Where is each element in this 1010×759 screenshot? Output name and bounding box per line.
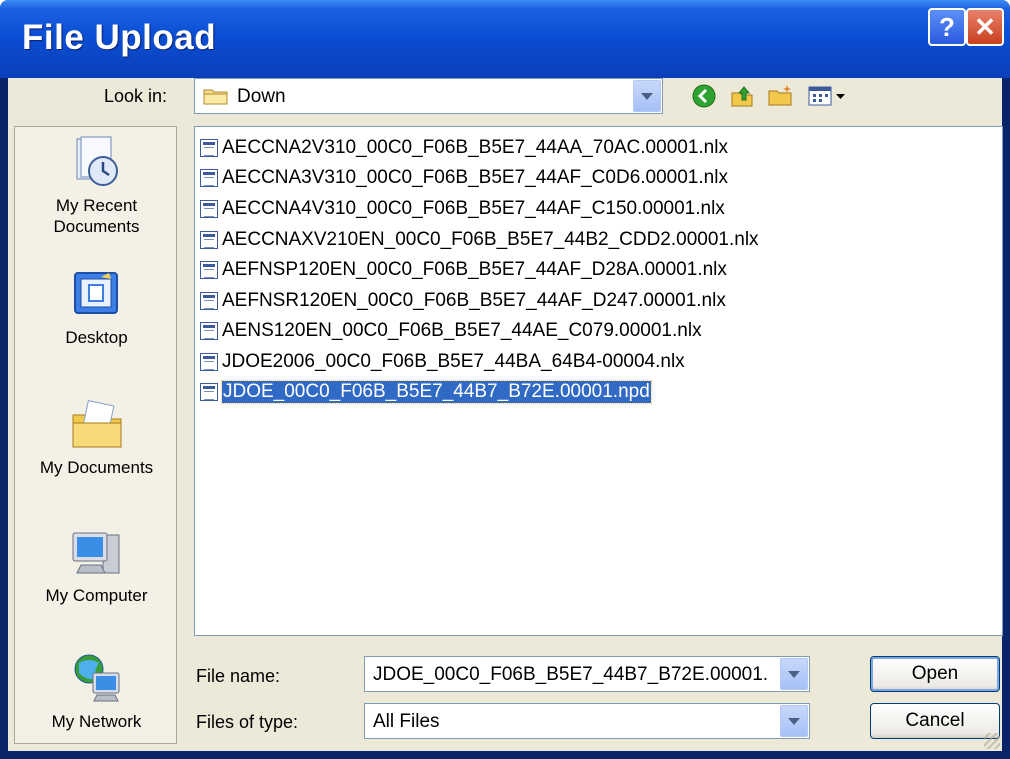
- place-my-recent-documents[interactable]: My Recent Documents: [15, 135, 178, 237]
- file-name-label: File name:: [196, 666, 281, 686]
- resize-grip[interactable]: [984, 733, 1000, 749]
- new-folder-icon[interactable]: [766, 82, 794, 110]
- place-label: My Network: [51, 712, 142, 731]
- file-name: AEFNSR120EN_00C0_F06B_B5E7_44AF_D247.000…: [222, 289, 726, 311]
- file-name: AEFNSP120EN_00C0_F06B_B5E7_44AF_D28A.000…: [222, 258, 727, 280]
- file-type-dropdown[interactable]: All Files: [364, 703, 810, 739]
- my-network-icon: [74, 654, 119, 702]
- open-button[interactable]: Open: [870, 656, 1000, 692]
- file-icon: [200, 352, 218, 371]
- title-bar[interactable]: File Upload ? ✕: [0, 0, 1010, 78]
- file-icon: [200, 291, 218, 310]
- file-name-value[interactable]: JDOE_00C0_F06B_B5E7_44B7_B72E.00001.: [373, 664, 773, 686]
- place-label: My Computer: [45, 586, 148, 605]
- cancel-button[interactable]: Cancel: [870, 703, 1000, 739]
- list-item[interactable]: AEFNSP120EN_00C0_F06B_B5E7_44AF_D28A.000…: [200, 255, 727, 284]
- chevron-down-icon[interactable]: [633, 80, 661, 112]
- up-folder-icon[interactable]: [728, 82, 756, 110]
- file-icon: [200, 199, 218, 218]
- list-item[interactable]: AECCNA3V310_00C0_F06B_B5E7_44AF_C0D6.000…: [200, 163, 728, 192]
- chevron-down-icon[interactable]: [780, 705, 808, 737]
- file-name: AENS120EN_00C0_F06B_B5E7_44AE_C079.00001…: [222, 319, 702, 341]
- file-type-value: All Files: [373, 711, 440, 732]
- list-item[interactable]: AECCNAXV210EN_00C0_F06B_B5E7_44B2_CDD2.0…: [200, 225, 759, 254]
- views-menu-icon[interactable]: [806, 82, 850, 110]
- file-list[interactable]: AECCNA2V310_00C0_F06B_B5E7_44AA_70AC.000…: [194, 126, 1003, 636]
- list-item[interactable]: AEFNSR120EN_00C0_F06B_B5E7_44AF_D247.000…: [200, 286, 726, 315]
- folder-icon: [203, 89, 228, 105]
- file-icon: [200, 382, 218, 401]
- list-item[interactable]: JDOE2006_00C0_F06B_B5E7_44BA_64B4-00004.…: [200, 347, 685, 376]
- close-button[interactable]: ✕: [966, 8, 1004, 46]
- file-name: JDOE2006_00C0_F06B_B5E7_44BA_64B4-00004.…: [222, 350, 685, 372]
- file-icon: [200, 260, 218, 279]
- look-in-label: Look in:: [104, 86, 168, 106]
- places-bar: My Recent Documents Desktop My Documents…: [14, 126, 177, 744]
- file-icon: [200, 138, 218, 157]
- place-label: My Recent Documents: [53, 196, 140, 236]
- desktop-icon: [73, 272, 118, 314]
- file-type-label: Files of type:: [196, 712, 299, 732]
- file-name: AECCNA4V310_00C0_F06B_B5E7_44AF_C150.000…: [222, 197, 725, 219]
- file-name: AECCNAXV210EN_00C0_F06B_B5E7_44B2_CDD2.0…: [222, 228, 759, 250]
- list-item-selected[interactable]: JDOE_00C0_F06B_B5E7_44B7_B72E.00001.npd: [200, 377, 652, 406]
- list-item[interactable]: AECCNA4V310_00C0_F06B_B5E7_44AF_C150.000…: [200, 194, 725, 223]
- place-label: My Documents: [39, 458, 154, 477]
- place-my-documents[interactable]: My Documents: [15, 397, 178, 478]
- file-name: AECCNA2V310_00C0_F06B_B5E7_44AA_70AC.000…: [222, 136, 728, 158]
- list-item[interactable]: AECCNA2V310_00C0_F06B_B5E7_44AA_70AC.000…: [200, 133, 728, 162]
- dialog-title: File Upload: [22, 18, 217, 57]
- place-my-network[interactable]: My Network: [15, 651, 178, 732]
- look-in-dropdown[interactable]: Down: [194, 78, 663, 114]
- recent-documents-icon: [76, 136, 118, 186]
- help-button[interactable]: ?: [928, 8, 966, 46]
- file-icon: [200, 168, 218, 187]
- file-name: AECCNA3V310_00C0_F06B_B5E7_44AF_C0D6.000…: [222, 166, 728, 188]
- back-icon[interactable]: [690, 82, 718, 110]
- place-desktop[interactable]: Desktop: [15, 267, 178, 348]
- my-computer-icon: [72, 532, 119, 574]
- chevron-down-icon[interactable]: [780, 658, 808, 690]
- my-documents-icon: [72, 400, 121, 448]
- place-label: Desktop: [65, 328, 128, 347]
- look-in-value: Down: [237, 86, 286, 107]
- file-icon: [200, 321, 218, 340]
- file-icon: [200, 230, 218, 249]
- file-name: JDOE_00C0_F06B_B5E7_44B7_B72E.00001.npd: [221, 379, 652, 404]
- place-my-computer[interactable]: My Computer: [15, 525, 178, 606]
- list-item[interactable]: AENS120EN_00C0_F06B_B5E7_44AE_C079.00001…: [200, 316, 702, 345]
- file-name-field[interactable]: JDOE_00C0_F06B_B5E7_44B7_B72E.00001.: [364, 656, 810, 692]
